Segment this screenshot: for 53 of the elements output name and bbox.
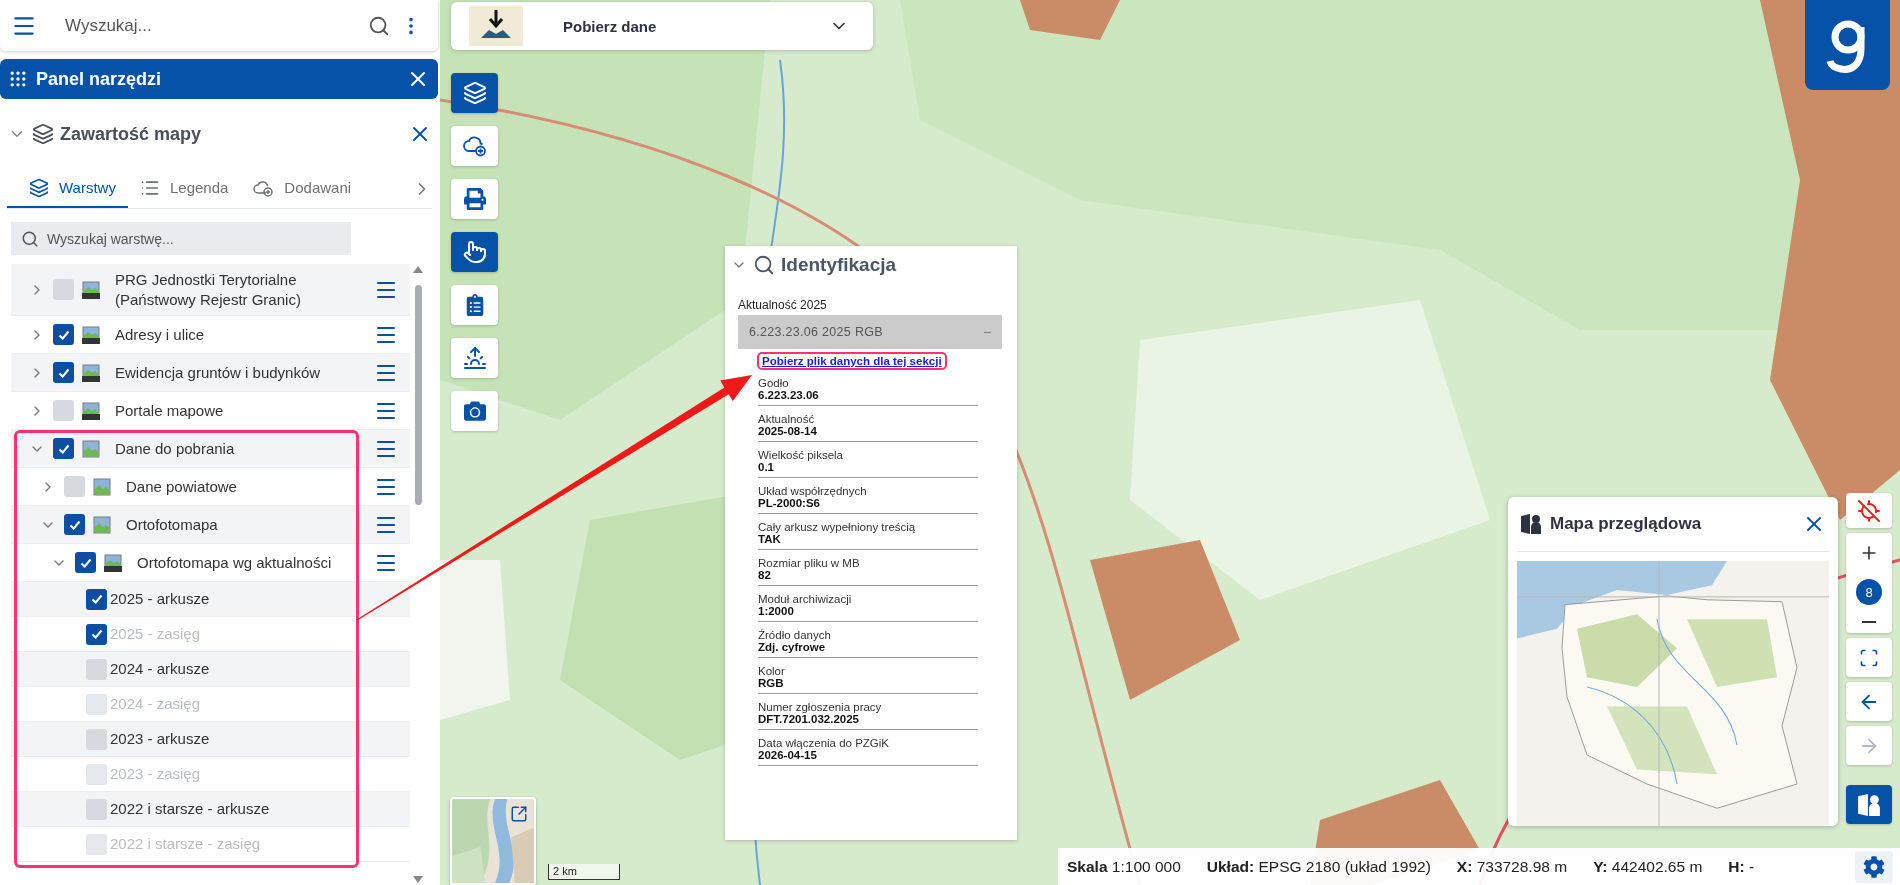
- tab[interactable]: Dodawani: [240, 169, 364, 208]
- layers-icon: [29, 177, 49, 198]
- tab[interactable]: Legenda: [127, 169, 241, 208]
- checkbox[interactable]: [75, 552, 96, 573]
- layer-name: Ewidencja gruntów i budynków: [115, 362, 322, 383]
- checkmark-icon: [89, 592, 104, 606]
- checkbox[interactable]: [86, 658, 107, 680]
- service-image-icon: [103, 552, 123, 573]
- image-icon: [92, 476, 112, 497]
- image-icon: [92, 514, 112, 535]
- checkbox[interactable]: [53, 324, 74, 345]
- layer-name: Ortofotomapa wg aktualności: [137, 552, 333, 573]
- layer-name: Adresy i ulice: [115, 324, 206, 345]
- panel-title: Panel narzędzi: [36, 68, 163, 90]
- checkbox[interactable]: [86, 728, 107, 750]
- checkmark-icon: [89, 627, 104, 641]
- service-image-icon: [81, 362, 101, 383]
- service-image-icon: [81, 400, 101, 421]
- layer-name: Dane powiatowe: [126, 476, 238, 497]
- checkbox[interactable]: [64, 514, 85, 535]
- layer-name: 2025 - arkusze: [110, 589, 211, 609]
- checkbox[interactable]: [53, 279, 74, 300]
- search-icon[interactable]: [368, 14, 390, 37]
- layer-name: Ortofotomapa: [126, 514, 219, 535]
- scrollbar-thumb[interactable]: [414, 285, 422, 505]
- checkbox[interactable]: [86, 588, 107, 610]
- layer-name: 2024 - zasięg: [110, 694, 202, 714]
- grid-icon: [8, 69, 28, 89]
- layer-name: Portale mapowe: [115, 400, 225, 421]
- search-field[interactable]: Wyszukaj...: [63, 14, 358, 37]
- layer-name: 2022 i starsze - arkusze: [110, 799, 271, 819]
- checkbox[interactable]: [53, 362, 74, 383]
- checkbox[interactable]: [53, 438, 74, 459]
- layer-name: 2023 - zasięg: [110, 764, 202, 784]
- scroll-up-icon[interactable]: [413, 266, 423, 273]
- layer-name: 2022 i starsze - zasięg: [110, 834, 262, 854]
- layer-name: 2023 - arkusze: [110, 729, 211, 749]
- layer-name: Dane do pobrania: [115, 438, 236, 459]
- tab[interactable]: Warstwy: [7, 169, 128, 208]
- checkbox[interactable]: [86, 798, 107, 820]
- layer-name: PRG Jednostki Terytorialne (Państwowy Rejestr Granic): [115, 269, 302, 310]
- section-title: Zawartość mapy: [60, 123, 203, 145]
- layers-icon: [32, 123, 54, 145]
- service-image-icon: [81, 324, 101, 345]
- layer-name: 2024 - arkusze: [110, 659, 211, 679]
- checkbox[interactable]: [64, 476, 85, 497]
- scroll-down-icon[interactable]: [413, 876, 423, 883]
- layer-name: 2025 - zasięg: [110, 624, 202, 644]
- service-image-icon: [81, 279, 101, 300]
- checkbox[interactable]: [53, 400, 74, 421]
- search-icon: [21, 230, 39, 248]
- layer-search-field[interactable]: Wyszukaj warstwę...: [11, 222, 351, 255]
- image-icon: [81, 438, 101, 459]
